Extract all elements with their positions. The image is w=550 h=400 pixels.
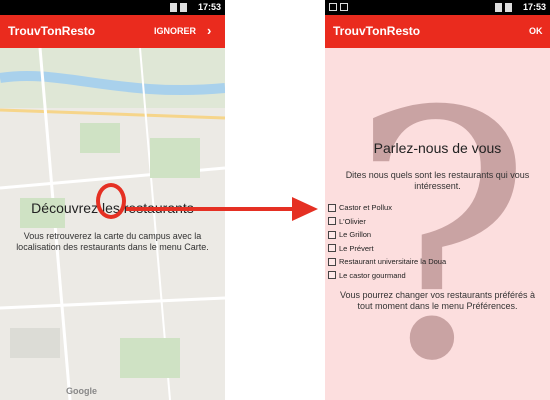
checkbox-icon[interactable] [328,230,336,239]
checkbox-icon[interactable] [328,217,336,226]
restaurant-label: Le Prévert [339,243,374,253]
checkbox-icon[interactable] [328,257,336,266]
restaurant-label: L'Olivier [339,216,366,226]
restaurant-checkbox[interactable]: Restaurant universitaire la Doua [328,255,446,269]
restaurant-label: Le castor gourmand [339,270,406,280]
preferences-screen: 17:53 TrouvTonResto OK ? Parlez-nous de … [325,0,550,400]
notification-icon [340,3,348,11]
checkbox-icon[interactable] [328,271,336,280]
restaurant-checkbox[interactable]: L'Olivier [328,215,446,229]
restaurant-checkbox[interactable]: Le castor gourmand [328,269,446,283]
restaurant-checkbox[interactable]: Le Grillon [328,228,446,242]
preferences-subtitle: Dites nous quels sont les restaurants qu… [345,170,530,191]
restaurant-label: Le Grillon [339,230,372,240]
preferences-footer: Vous pourrez changer vos restaurants pré… [339,290,536,311]
notification-icons [329,3,348,11]
restaurant-checkbox[interactable]: Castor et Pollux [328,201,446,215]
app-title: TrouvTonResto [333,24,421,38]
restaurant-list: Castor et Pollux L'Olivier Le Grillon Le… [328,201,446,282]
restaurant-label: Restaurant universitaire la Doua [339,257,447,267]
checkbox-icon[interactable] [328,244,336,253]
restaurant-checkbox[interactable]: Le Prévert [328,242,446,256]
checkbox-icon[interactable] [328,203,336,212]
preferences-title: Parlez-nous de vous [373,140,502,156]
battery-icon [505,3,512,12]
status-time: 17:53 [522,2,546,12]
arrow-head [292,197,318,221]
signal-icon [495,3,502,12]
notification-icon [329,3,337,11]
restaurant-label: Castor et Pollux [339,203,392,213]
ok-button[interactable]: OK [529,26,543,36]
status-bar: 17:53 [325,0,550,15]
status-icons [495,3,512,12]
